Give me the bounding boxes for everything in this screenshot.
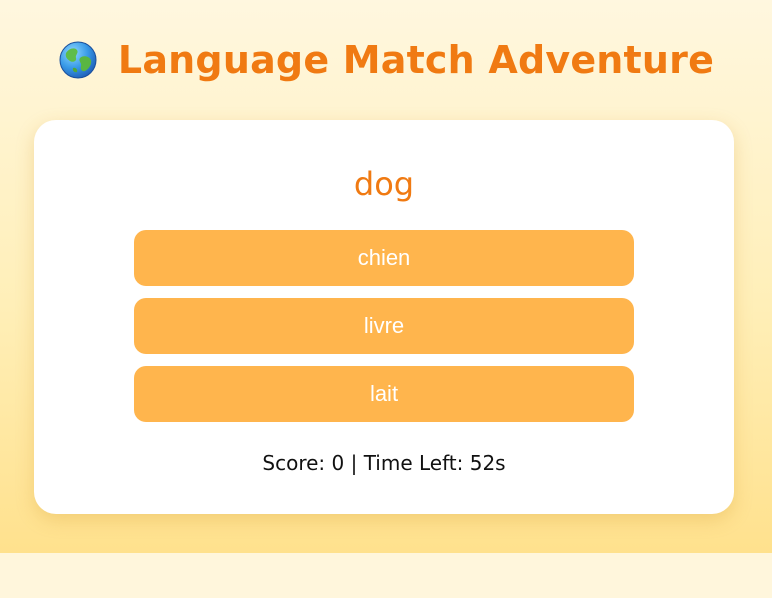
game-background: Language Match Adventure dog chien livre…	[0, 0, 772, 553]
target-word: dog	[353, 165, 415, 203]
game-title: Language Match Adventure	[117, 38, 715, 82]
score-time-status: Score: 0 | Time Left: 52s	[262, 451, 506, 475]
question-card: dog chien livre lait Score: 0 | Time Lef…	[34, 120, 734, 514]
answer-button-lait[interactable]: lait	[134, 366, 634, 422]
answer-button-chien[interactable]: chien	[134, 230, 634, 286]
game-header: Language Match Adventure	[0, 34, 772, 86]
globe-icon	[59, 41, 97, 79]
answer-button-livre[interactable]: livre	[134, 298, 634, 354]
answer-options: chien livre lait	[134, 230, 634, 434]
